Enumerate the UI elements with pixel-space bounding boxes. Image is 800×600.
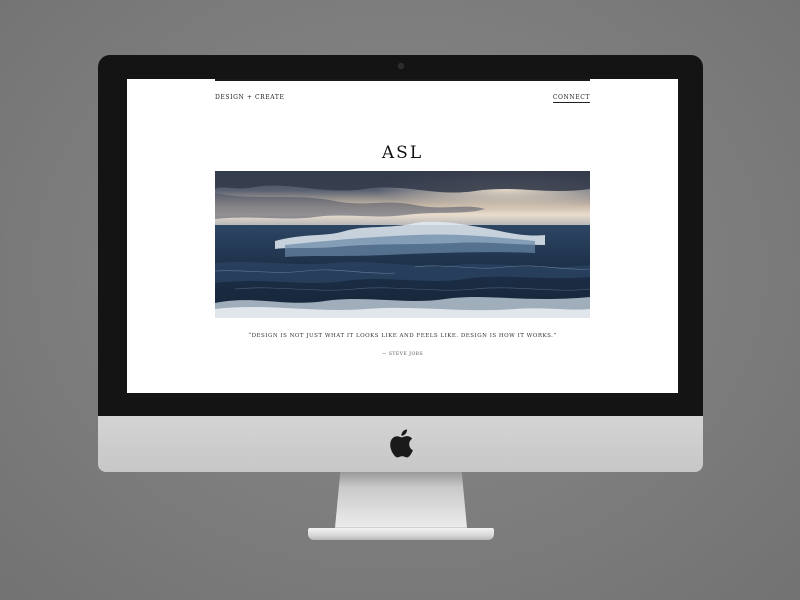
apple-icon	[390, 429, 413, 458]
imac-stand	[335, 472, 467, 528]
imac-stand-foot	[308, 528, 494, 540]
quote-attribution: — STEVE JOBS	[381, 352, 424, 357]
nav-design-create-link[interactable]: DESIGN + CREATE	[215, 94, 284, 101]
nav-connect-link[interactable]: CONNECT	[552, 94, 590, 103]
site-logo[interactable]: ASL	[127, 143, 678, 163]
top-rule	[215, 79, 590, 81]
camera-icon	[398, 63, 404, 69]
website-screen: DESIGN + CREATE CONNECT ASL “DESIGN IS N…	[127, 79, 678, 393]
hero-ocean-image	[215, 171, 590, 318]
quote-text: “DESIGN IS NOT JUST WHAT IT LOOKS LIKE A…	[248, 333, 557, 339]
